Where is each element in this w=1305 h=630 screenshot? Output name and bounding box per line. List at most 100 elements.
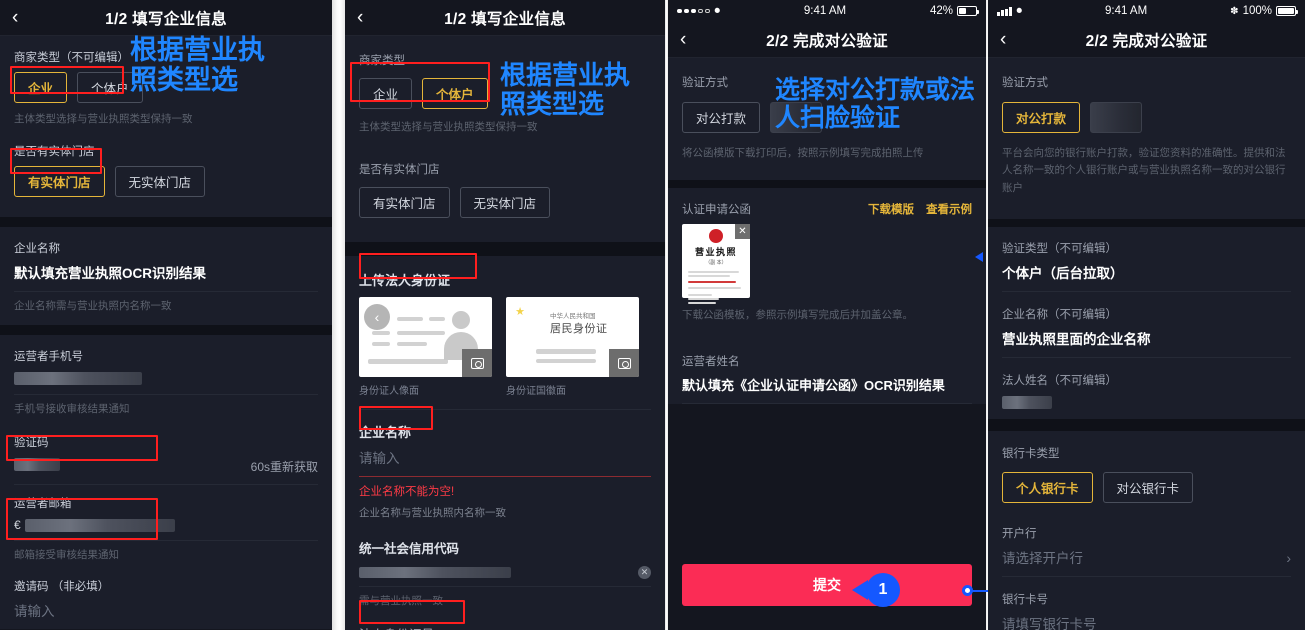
id-title-text: 居民身份证 (550, 323, 608, 335)
credit-code-hint: 需与营业执照一致 (359, 595, 443, 607)
upload-id-label: 上传法人身份证 (359, 273, 451, 288)
back-icon[interactable]: ‹ (1000, 30, 1006, 49)
verify-type-label: 验证类型（不可编辑） (1002, 242, 1117, 255)
code-field[interactable]: 60s重新获取 (14, 450, 318, 484)
id-card-front-upload[interactable]: ‹ (359, 297, 492, 377)
section-spacer (988, 218, 1305, 227)
signal-bars-icon (997, 6, 1012, 16)
navbar-1: ‹ 1/2 填写企业信息 (0, 0, 332, 36)
battery-icon (1275, 6, 1298, 16)
chip-public-transfer[interactable]: 对公打款 (1002, 102, 1081, 133)
navbar-2: ‹ 1/2 填写企业信息 (345, 0, 665, 36)
chip-public-transfer[interactable]: 对公打款 (682, 102, 761, 133)
company-name-value: 营业执照里面的企业名称 (1002, 331, 1151, 347)
operator-name-value: 默认填充《企业认证申请公函》OCR识别结果 (682, 378, 945, 393)
credit-code-masked-value (359, 567, 511, 578)
letter-hint: 下载公函模板，参照示例填写完成后并加盖公章。 (682, 309, 913, 321)
chip-individual[interactable]: 个体户 (422, 78, 488, 109)
camera-icon[interactable] (609, 349, 639, 377)
submit-row-3: 提交 (682, 564, 972, 606)
chip-has-store[interactable]: 有实体门店 (14, 166, 105, 197)
connector-arrow-icon (975, 252, 983, 262)
invite-input[interactable]: 请输入 (14, 594, 318, 629)
id-card-back-label: 身份证国徽面 (506, 386, 566, 397)
email-label: 运营者邮箱 (14, 498, 72, 510)
store-label: 是否有实体门店 (359, 164, 440, 176)
verify-method-hint: 将公函模版下载打印后，按照示例填写完成拍照上传 (682, 147, 924, 159)
section-letter-3: 认证申请公函 下载模版 查看示例 ✕ 营业执照 （副 本） 下载公函模板，参照示… (668, 188, 986, 404)
card-no-input[interactable]: 请填写银行卡号 (1002, 607, 1291, 630)
id-card-front-label: 身份证人像面 (359, 386, 419, 397)
section-spacer (0, 325, 332, 335)
company-name-hint: 企业名称需与营业执照内名称一致 (14, 300, 172, 312)
view-example-link[interactable]: 查看示例 (926, 201, 972, 217)
credit-code-label: 统一社会信用代码 (359, 542, 460, 556)
back-arrow-icon: ‹ (364, 304, 390, 330)
chip-personal-bank-card[interactable]: 个人银行卡 (1002, 471, 1093, 503)
code-resend-button[interactable]: 60s重新获取 (251, 458, 318, 475)
section-spacer (988, 418, 1305, 431)
panel-gap-1 (332, 0, 345, 630)
clear-input-icon[interactable]: ✕ (638, 566, 651, 579)
chip-no-store[interactable]: 无实体门店 (459, 187, 551, 218)
store-chips: 有实体门店 无实体门店 (14, 159, 318, 207)
wifi-icon: ⏺ (1016, 4, 1023, 17)
section-bank-4: 银行卡类型 个人银行卡 对公银行卡 开户行 请选择开户行 › 银行卡号 请填写银… (988, 430, 1305, 630)
code-label: 验证码 (14, 437, 49, 449)
section-verify-info-4: 验证类型（不可编辑） 个体户（后台拉取） 企业名称（不可编辑） 营业执照里面的企… (988, 226, 1305, 419)
phone-masked-value (14, 372, 142, 385)
chip-enterprise[interactable]: 企业 (14, 72, 68, 103)
company-name-value: 默认填充营业执照OCR识别结果 (14, 266, 206, 281)
page-title: 1/2 填写企业信息 (444, 10, 566, 28)
chip-enterprise[interactable]: 企业 (359, 78, 413, 109)
bank-select-row[interactable]: 请选择开户行 › (1002, 541, 1291, 576)
merchant-type-hint: 主体类型选择与营业执照类型保持一致 (14, 113, 193, 125)
legal-name-label: 法人姓名（不可编辑） (1002, 374, 1117, 387)
annotation-text-panel-3: 选择对公打款或法 人扫脸验证 (775, 75, 976, 132)
verify-type-value: 个体户（后台拉取） (1002, 265, 1124, 281)
id-country-text: 中华人民共和国 (550, 313, 596, 320)
camera-icon[interactable] (462, 349, 492, 377)
email-hint: 邮箱接受审核结果通知 (14, 549, 119, 561)
code-masked-value (14, 458, 60, 471)
back-icon[interactable]: ‹ (680, 30, 686, 49)
download-template-link[interactable]: 下载模版 (868, 201, 914, 217)
close-icon[interactable]: ✕ (735, 224, 750, 239)
id-card-back-upload[interactable]: 中华人民共和国 居民身份证 (506, 297, 639, 377)
phone-hint: 手机号接收审核结果通知 (14, 403, 130, 415)
company-name-hint: 企业名称与营业执照内名称一致 (359, 507, 506, 519)
back-icon[interactable]: ‹ (12, 8, 18, 27)
company-name-input[interactable]: 请输入 (359, 441, 651, 476)
letter-thumbnail[interactable]: ✕ 营业执照 （副 本） (682, 224, 750, 304)
emblem-icon (709, 229, 723, 243)
chip-public-bank-card[interactable]: 对公银行卡 (1102, 471, 1194, 503)
company-name-label: 企业名称（不可编辑） (1002, 308, 1117, 321)
status-left: ⏺ (677, 5, 720, 18)
verify-method-hint: 平台会向您的银行账户打款，验证您资料的准确性。提供和法人名称一致的个人银行账户或… (1002, 147, 1286, 194)
chevron-right-icon: › (1286, 550, 1291, 567)
status-time: 9:41 AM (803, 5, 847, 17)
store-chips: 有实体门店 无实体门店 (359, 177, 651, 230)
chip-has-store[interactable]: 有实体门店 (359, 187, 450, 218)
navbar-4: ‹ 2/2 完成对公验证 (988, 22, 1305, 58)
store-label: 是否有实体门店 (14, 146, 95, 158)
bank-placeholder: 请选择开户行 (1002, 550, 1083, 566)
submit-button[interactable]: 提交 (682, 564, 972, 606)
email-masked-value (24, 518, 175, 532)
email-field[interactable]: € (14, 511, 318, 540)
page-title: 2/2 完成对公验证 (766, 32, 888, 50)
back-icon[interactable]: ‹ (357, 8, 363, 27)
status-right: 42% (930, 5, 979, 17)
phone-field[interactable] (14, 364, 318, 394)
card-type-chips: 个人银行卡 对公银行卡 (1002, 461, 1291, 509)
id-card-uploads: ‹ 身份证人像面 中华人民共和国 居民身份证 身份证国徽面 (359, 289, 651, 397)
letter-thumb-sub: （副 本） (705, 260, 727, 266)
wifi-icon: ⏺ (714, 4, 721, 17)
credit-code-field[interactable]: ✕ (359, 557, 651, 586)
legal-name-masked-value (1002, 395, 1052, 409)
chip-no-store[interactable]: 无实体门店 (114, 166, 206, 197)
section-spacer (668, 180, 986, 188)
page-title: 1/2 填写企业信息 (105, 10, 227, 28)
step-callout-1: 1 (852, 573, 900, 607)
chip-face-scan-blurred[interactable] (1090, 102, 1143, 133)
